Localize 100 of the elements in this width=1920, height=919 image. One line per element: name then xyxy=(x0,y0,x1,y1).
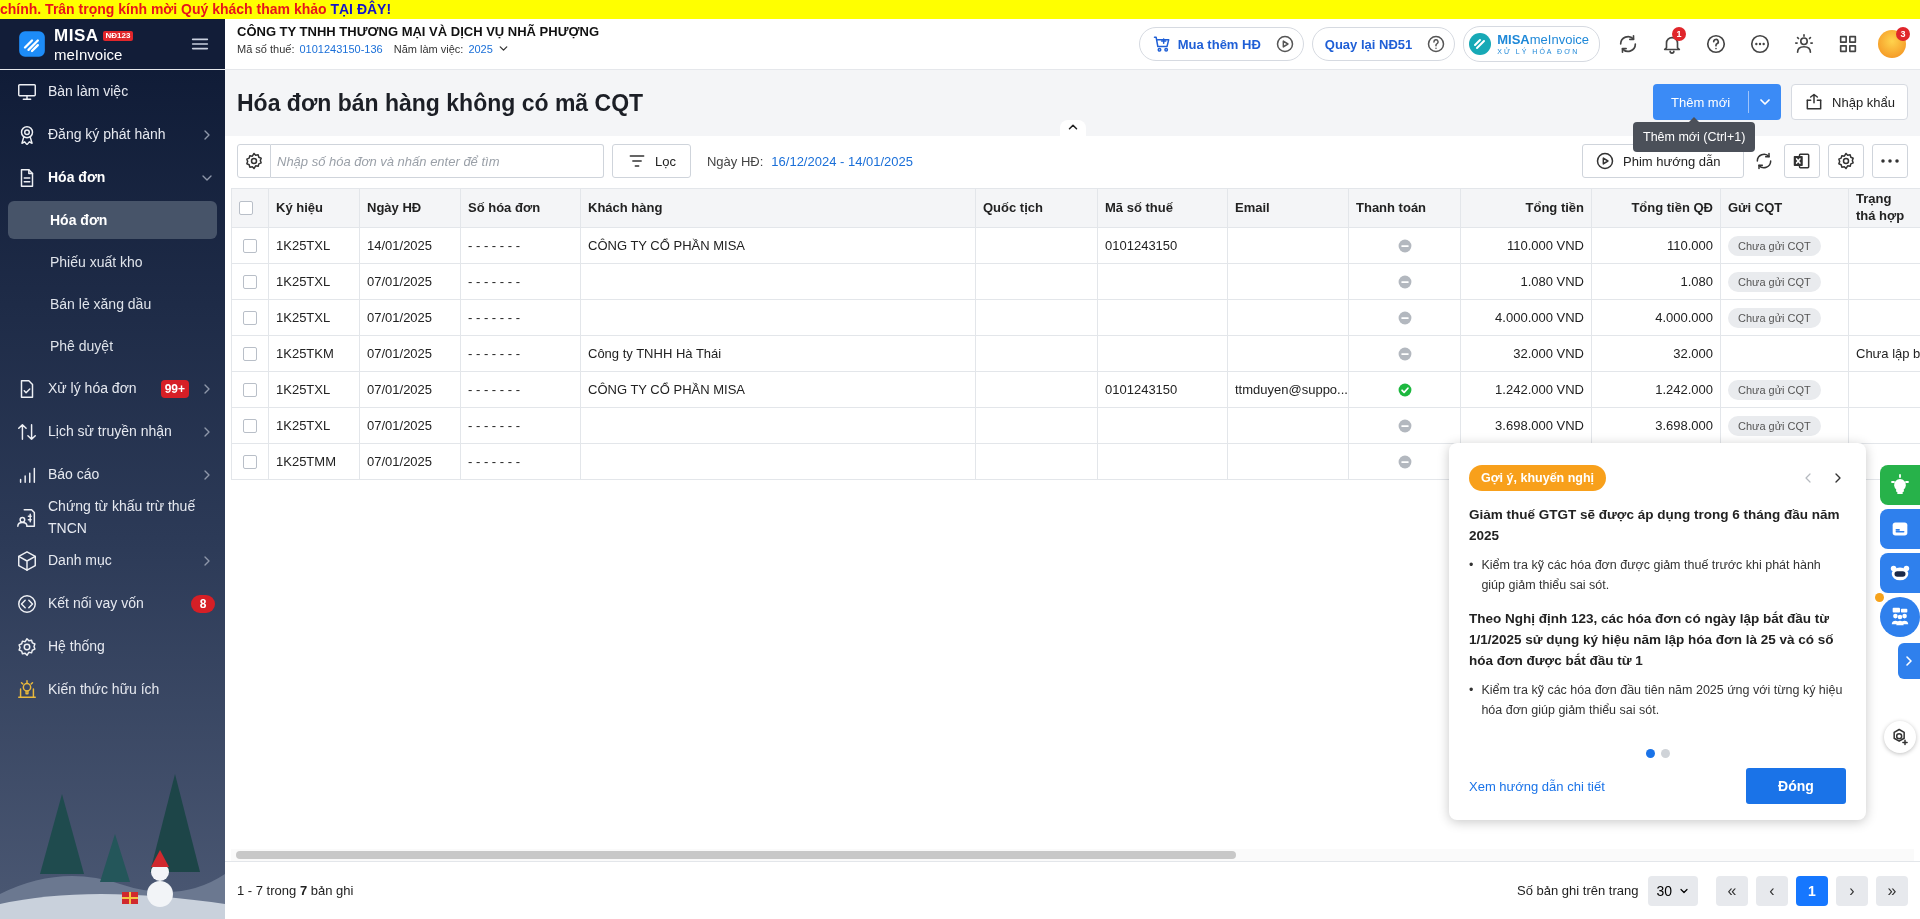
sidebar-item[interactable]: Hóa đơn xyxy=(0,156,225,199)
first-page-button[interactable]: « xyxy=(1716,875,1748,906)
column-header[interactable]: Email xyxy=(1227,188,1349,228)
row-checkbox[interactable] xyxy=(243,311,257,326)
filter-button[interactable]: Lọc xyxy=(612,144,691,178)
row-checkbox[interactable] xyxy=(243,347,257,362)
sidebar-item[interactable]: Đăng ký phát hành xyxy=(0,113,225,156)
column-header[interactable]: Gửi CQT xyxy=(1720,188,1849,228)
sidebar-item[interactable]: Kết nối vay vốn 8 xyxy=(0,582,225,626)
guide-link[interactable]: Xem hướng dẫn chi tiết xyxy=(1469,778,1605,794)
date-range-link[interactable]: 16/12/2024 - 14/01/2025 xyxy=(771,153,913,169)
send-status-tag: Chưa gửi CQT xyxy=(1728,379,1821,400)
tips-button[interactable] xyxy=(1880,465,1920,505)
assistant-button[interactable] xyxy=(1880,553,1920,593)
submenu-item[interactable]: Phiếu xuất kho xyxy=(8,243,217,281)
more-icon xyxy=(1749,33,1771,55)
column-header[interactable]: Ngày HĐ xyxy=(359,188,461,228)
table-cell: CÔNG TY CỔ PHẦN MISA xyxy=(580,227,976,264)
column-header[interactable]: Trạng thá hợp xyxy=(1848,188,1920,228)
column-header[interactable]: Quốc tịch xyxy=(975,188,1098,228)
product-name: meInvoice xyxy=(54,45,124,63)
close-button[interactable]: Đóng xyxy=(1746,768,1846,804)
tip-bullet: Kiểm tra kỹ các hóa đơn được giảm thuế trước khi phát hành giúp giảm thiểu sai sót. xyxy=(1481,556,1822,594)
export-excel-button[interactable] xyxy=(1784,144,1820,178)
import-button[interactable]: Nhập khẩu xyxy=(1791,84,1908,120)
row-checkbox[interactable] xyxy=(243,239,257,254)
sidebar-item[interactable]: Hệ thống xyxy=(0,625,225,669)
sidebar-item[interactable]: Chứng từ khấu trừ thuế TNCN xyxy=(0,496,225,540)
column-header[interactable]: Khách hàng xyxy=(580,188,976,228)
logo-mark-icon xyxy=(18,30,46,58)
column-header[interactable]: Tổng tiền QĐ xyxy=(1591,188,1721,228)
column-header[interactable]: Số hóa đơn xyxy=(460,188,581,228)
table-cell: - - - - - - - xyxy=(460,335,581,372)
table-cell: 32.000 xyxy=(1591,335,1721,372)
submenu-item[interactable]: Bán lẻ xăng dầu xyxy=(8,285,217,323)
page-dot[interactable] xyxy=(1645,749,1655,758)
select-all-checkbox[interactable] xyxy=(239,201,253,216)
person-lightbulb-icon xyxy=(1793,33,1815,55)
buy-more-button[interactable]: Mua thêm HĐ xyxy=(1138,27,1304,61)
table-cell: CÔNG TY CỔ PHẦN MISA xyxy=(580,371,976,408)
page-dot[interactable] xyxy=(1660,749,1670,758)
table-settings-button[interactable] xyxy=(1828,144,1864,178)
row-checkbox[interactable] xyxy=(243,419,257,434)
table-cell: 07/01/2025 xyxy=(359,335,461,372)
table-cell: 1K25TKM xyxy=(268,335,360,372)
table-cell: ttmduyen@suppo... xyxy=(1227,371,1349,408)
column-header[interactable]: Mã số thuế xyxy=(1097,188,1228,228)
sidebar-item[interactable]: Báo cáo xyxy=(0,453,225,496)
avatar-button[interactable]: 3 xyxy=(1876,28,1908,60)
row-checkbox[interactable] xyxy=(243,275,257,290)
tip-heading: Giảm thuế GTGT sẽ được áp dụng trong 6 tháng đầu năm 2025 xyxy=(1469,506,1841,545)
sidebar-item[interactable]: Lịch sử truyền nhận xyxy=(0,410,225,453)
last-page-button[interactable]: » xyxy=(1876,875,1908,906)
per-page-select[interactable]: 30 xyxy=(1648,875,1698,906)
submenu-item[interactable]: Phê duyệt xyxy=(8,327,217,365)
tip-heading: Theo Nghị định 123, các hóa đơn có ngày lập bắt đầu từ 1/1/2025 sử dụng ký hiệu năm lập hóa đơn là 25 và có số hóa đơn được bắt đầu từ 1 xyxy=(1469,609,1835,670)
row-checkbox[interactable] xyxy=(243,455,257,470)
refresh-icon xyxy=(1617,33,1639,55)
more-options-button[interactable] xyxy=(1872,144,1908,178)
chat-button[interactable] xyxy=(1880,509,1920,549)
column-header[interactable]: Tổng tiền xyxy=(1460,188,1592,228)
submenu-item[interactable]: Hóa đơn xyxy=(8,201,217,239)
sidebar-item[interactable]: Xử lý hóa đơn 99+ xyxy=(0,367,225,410)
group-icon xyxy=(1889,606,1911,628)
table-cell: 07/01/2025 xyxy=(359,407,461,444)
alert-dot xyxy=(1875,593,1884,602)
table-cell: 4.000.000 VND xyxy=(1460,299,1592,336)
row-checkbox[interactable] xyxy=(243,383,257,398)
page-button[interactable]: 1 xyxy=(1796,875,1828,906)
collapse-button[interactable] xyxy=(1059,120,1086,136)
notification-button[interactable]: 1 xyxy=(1656,28,1688,60)
column-header[interactable]: Ký hiệu xyxy=(268,188,360,228)
lightbulb-icon xyxy=(16,678,38,701)
horizontal-scrollbar[interactable] xyxy=(231,849,1914,861)
table-cell: 1K25TXL xyxy=(268,227,360,264)
table-cell: - - - - - - - xyxy=(460,263,581,300)
column-header[interactable]: Thanh toán xyxy=(1348,188,1461,228)
table-cell: 4.000.000 xyxy=(1591,299,1721,336)
table-cell: - - - - - - - xyxy=(460,299,581,336)
tooltip: Thêm mới (Ctrl+1) xyxy=(1633,122,1756,152)
cube-icon xyxy=(16,549,38,572)
play-icon xyxy=(1595,151,1615,171)
sidebar-item[interactable]: Bàn làm việc xyxy=(0,70,225,113)
record-count: 1 - 7 trong 7 bản ghi xyxy=(237,883,354,898)
table-cell: Công ty TNHH Hà Thái xyxy=(580,335,976,372)
avatar-badge: 3 xyxy=(1896,27,1910,41)
expand-button[interactable] xyxy=(1898,643,1920,679)
year-dropdown[interactable]: 2025 xyxy=(468,42,510,55)
help-icon xyxy=(1426,34,1447,54)
previous-page-button[interactable]: ‹ xyxy=(1756,875,1788,906)
search-settings-button[interactable] xyxy=(237,144,271,178)
here-link[interactable]: TẠI ĐÂY! xyxy=(330,1,392,17)
next-page-button[interactable]: › xyxy=(1836,875,1868,906)
table-cell: 07/01/2025 xyxy=(359,371,461,408)
table-cell: 1K25TXL xyxy=(268,299,360,336)
search-field[interactable]: Nhập số hóa đơn và nhấn enter để tìm xyxy=(271,144,604,178)
sidebar-item[interactable]: Danh mục xyxy=(0,539,225,583)
table-cell: 14/01/2025 xyxy=(359,227,461,264)
go-back-button[interactable]: Quay lại NĐ51 xyxy=(1311,27,1456,61)
sidebar-item[interactable]: Kiến thức hữu ích xyxy=(0,668,225,712)
